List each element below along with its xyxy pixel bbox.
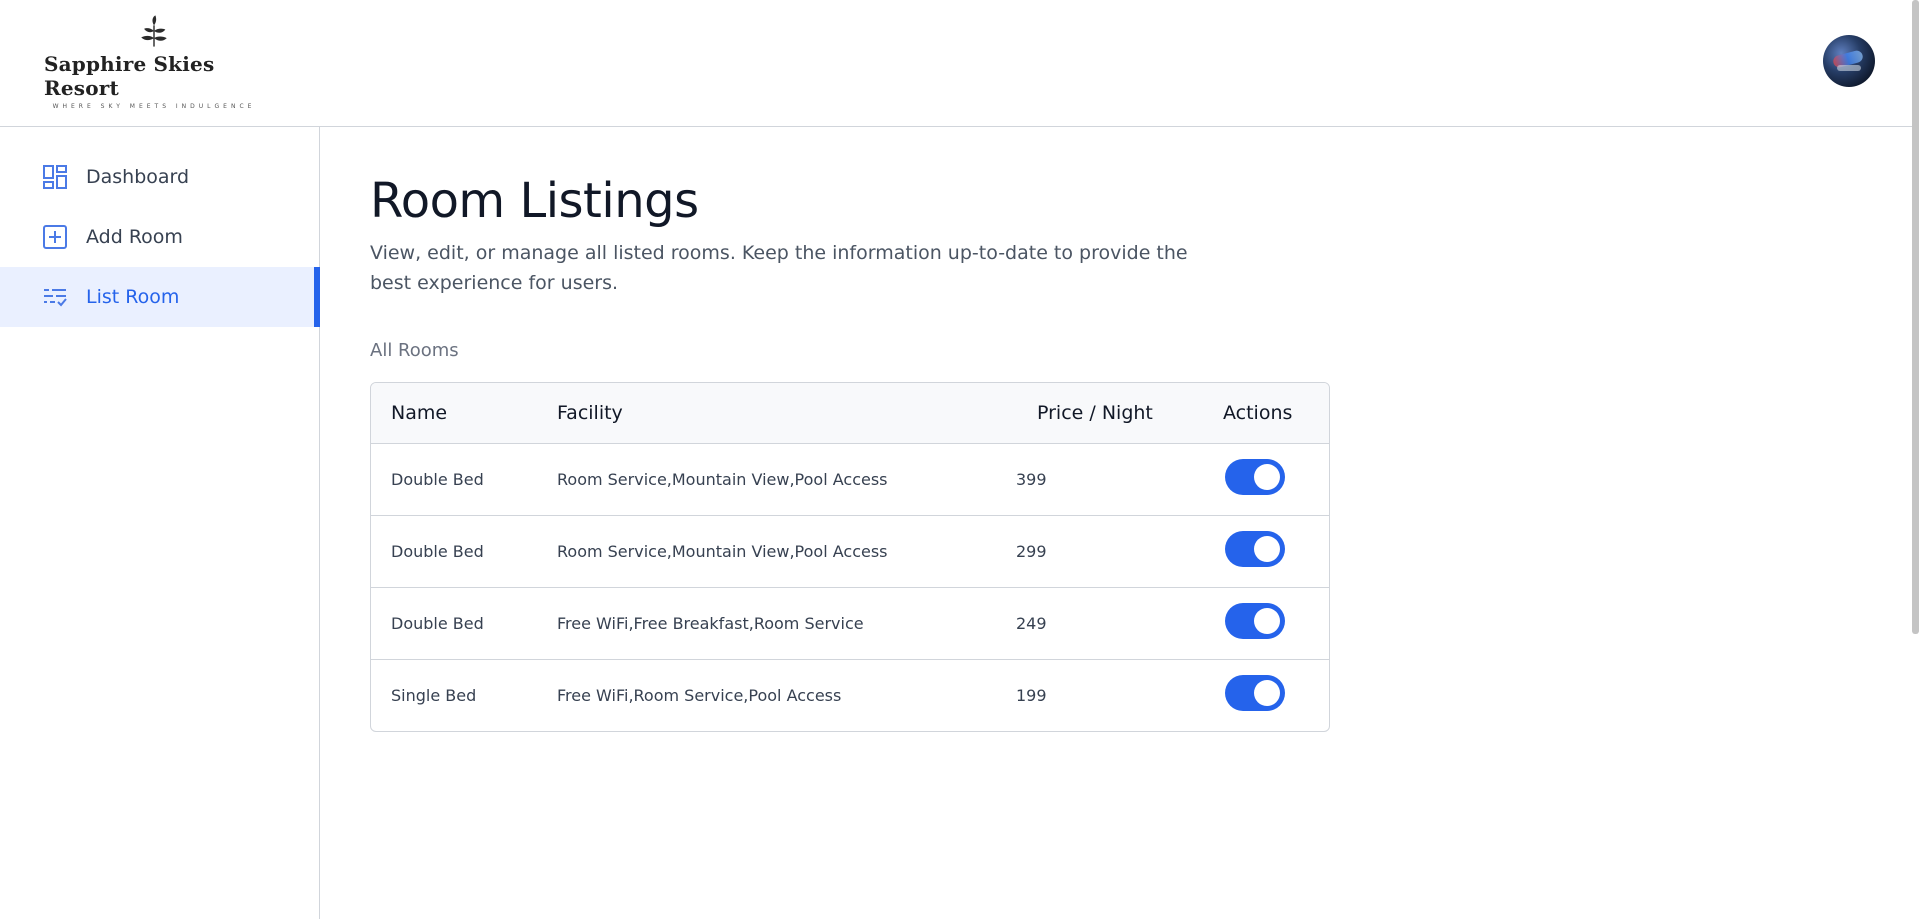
room-name: Double Bed: [391, 470, 484, 489]
table-row: Double Bed Free WiFi,Free Breakfast,Room…: [371, 588, 1329, 660]
room-name: Double Bed: [391, 614, 484, 633]
column-header-name: Name: [391, 402, 448, 424]
sidebar-item-label: Dashboard: [86, 166, 190, 188]
app-root: Sapphire Skies Resort WHERE SKY MEETS IN…: [0, 0, 1919, 919]
availability-toggle[interactable]: [1225, 603, 1285, 639]
room-name: Single Bed: [391, 686, 477, 705]
sidebar: Dashboard Add Room List Room: [0, 127, 320, 919]
page-description: View, edit, or manage all listed rooms. …: [370, 242, 1188, 294]
table-row: Double Bed Room Service,Mountain View,Po…: [371, 444, 1329, 516]
room-price: 199: [1016, 686, 1047, 705]
section-label: All Rooms: [370, 340, 459, 361]
brand-logo[interactable]: Sapphire Skies Resort WHERE SKY MEETS IN…: [44, 14, 264, 110]
main-content: Room Listings View, edit, or manage all …: [370, 127, 1870, 919]
brand-name: Sapphire Skies Resort: [44, 52, 215, 100]
availability-toggle[interactable]: [1225, 459, 1285, 495]
list-check-icon: [42, 284, 68, 310]
room-facility: Room Service,Mountain View,Pool Access: [557, 470, 888, 489]
toggle-knob: [1254, 608, 1280, 634]
user-avatar[interactable]: [1823, 35, 1875, 87]
page-scrollbar[interactable]: [1912, 0, 1919, 634]
column-header-price: Price / Night: [1037, 402, 1153, 424]
sidebar-item-add-room[interactable]: Add Room: [0, 207, 320, 267]
room-price: 249: [1016, 614, 1047, 633]
availability-toggle[interactable]: [1225, 675, 1285, 711]
rooms-table: Name Facility Price / Night Actions Doub…: [370, 382, 1330, 732]
page-title: Room Listings: [370, 173, 699, 229]
room-facility: Free WiFi,Free Breakfast,Room Service: [557, 614, 864, 633]
add-square-icon: [42, 224, 68, 250]
room-price: 399: [1016, 470, 1047, 489]
room-price: 299: [1016, 542, 1047, 561]
table-row: Double Bed Room Service,Mountain View,Po…: [371, 516, 1329, 588]
room-facility: Free WiFi,Room Service,Pool Access: [557, 686, 842, 705]
top-header: Sapphire Skies Resort WHERE SKY MEETS IN…: [0, 0, 1919, 127]
dashboard-icon: [42, 164, 68, 190]
sidebar-item-label: List Room: [86, 286, 180, 308]
table-header: Name Facility Price / Night Actions: [371, 383, 1329, 444]
toggle-knob: [1254, 464, 1280, 490]
toggle-knob: [1254, 680, 1280, 706]
room-facility: Room Service,Mountain View,Pool Access: [557, 542, 888, 561]
availability-toggle[interactable]: [1225, 531, 1285, 567]
table-row: Single Bed Free WiFi,Room Service,Pool A…: [371, 660, 1329, 731]
sidebar-item-dashboard[interactable]: Dashboard: [0, 147, 320, 207]
brand-tagline: WHERE SKY MEETS INDULGENCE: [52, 103, 256, 110]
column-header-actions: Actions: [1223, 402, 1293, 424]
room-name: Double Bed: [391, 542, 484, 561]
column-header-facility: Facility: [557, 402, 623, 424]
leaf-sprig-icon: [141, 15, 167, 47]
toggle-knob: [1254, 536, 1280, 562]
sidebar-item-label: Add Room: [86, 226, 183, 248]
sidebar-item-list-room[interactable]: List Room: [0, 267, 320, 327]
